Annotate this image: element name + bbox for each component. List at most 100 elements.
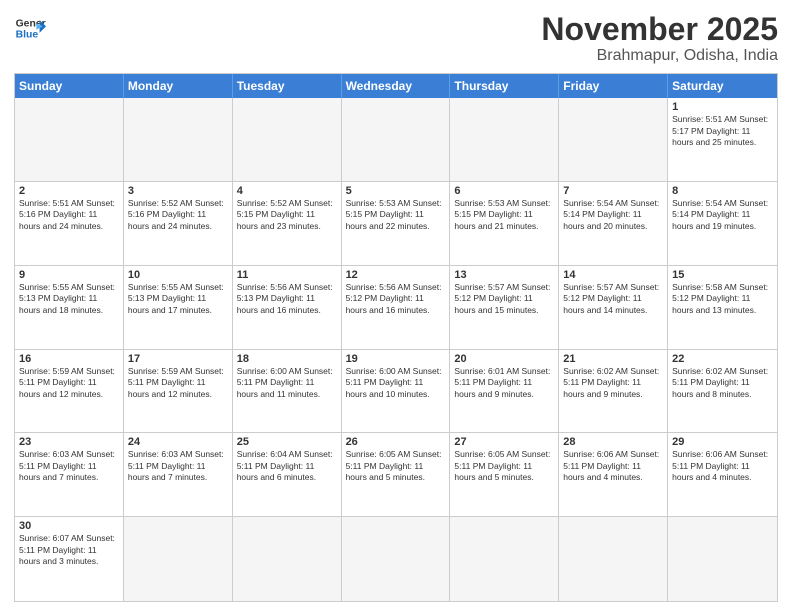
day-cell-2: 2Sunrise: 5:51 AM Sunset: 5:16 PM Daylig…	[15, 182, 124, 266]
day-cell-25: 25Sunrise: 6:04 AM Sunset: 5:11 PM Dayli…	[233, 433, 342, 517]
cell-date: 15	[672, 269, 773, 281]
cell-date: 9	[19, 269, 119, 281]
day-cell-26: 26Sunrise: 6:05 AM Sunset: 5:11 PM Dayli…	[342, 433, 451, 517]
cell-date: 27	[454, 436, 554, 448]
day-cell-19: 19Sunrise: 6:00 AM Sunset: 5:11 PM Dayli…	[342, 350, 451, 434]
location-title: Brahmapur, Odisha, India	[541, 47, 778, 65]
day-cell-24: 24Sunrise: 6:03 AM Sunset: 5:11 PM Dayli…	[124, 433, 233, 517]
day-cell-10: 10Sunrise: 5:55 AM Sunset: 5:13 PM Dayli…	[124, 266, 233, 350]
day-headers: SundayMondayTuesdayWednesdayThursdayFrid…	[15, 74, 777, 98]
cell-info: Sunrise: 5:55 AM Sunset: 5:13 PM Dayligh…	[128, 282, 228, 316]
logo-icon: General Blue	[14, 12, 46, 44]
day-cell-3: 3Sunrise: 5:52 AM Sunset: 5:16 PM Daylig…	[124, 182, 233, 266]
cell-date: 22	[672, 353, 773, 365]
empty-cell	[124, 98, 233, 182]
day-cell-5: 5Sunrise: 5:53 AM Sunset: 5:15 PM Daylig…	[342, 182, 451, 266]
cell-date: 24	[128, 436, 228, 448]
empty-cell	[124, 517, 233, 601]
cell-info: Sunrise: 6:03 AM Sunset: 5:11 PM Dayligh…	[19, 449, 119, 483]
day-header-wednesday: Wednesday	[342, 74, 451, 98]
cell-info: Sunrise: 6:00 AM Sunset: 5:11 PM Dayligh…	[237, 366, 337, 400]
cell-date: 1	[672, 101, 773, 113]
day-header-sunday: Sunday	[15, 74, 124, 98]
cell-info: Sunrise: 5:57 AM Sunset: 5:12 PM Dayligh…	[454, 282, 554, 316]
logo: General Blue	[14, 12, 46, 44]
cell-info: Sunrise: 6:05 AM Sunset: 5:11 PM Dayligh…	[454, 449, 554, 483]
day-cell-8: 8Sunrise: 5:54 AM Sunset: 5:14 PM Daylig…	[668, 182, 777, 266]
day-cell-16: 16Sunrise: 5:59 AM Sunset: 5:11 PM Dayli…	[15, 350, 124, 434]
cell-date: 14	[563, 269, 663, 281]
day-header-friday: Friday	[559, 74, 668, 98]
day-cell-18: 18Sunrise: 6:00 AM Sunset: 5:11 PM Dayli…	[233, 350, 342, 434]
cell-info: Sunrise: 6:04 AM Sunset: 5:11 PM Dayligh…	[237, 449, 337, 483]
empty-cell	[233, 98, 342, 182]
day-cell-1: 1Sunrise: 5:51 AM Sunset: 5:17 PM Daylig…	[668, 98, 777, 182]
cell-info: Sunrise: 5:59 AM Sunset: 5:11 PM Dayligh…	[128, 366, 228, 400]
empty-cell	[450, 517, 559, 601]
cell-date: 18	[237, 353, 337, 365]
cell-info: Sunrise: 5:59 AM Sunset: 5:11 PM Dayligh…	[19, 366, 119, 400]
cell-info: Sunrise: 5:54 AM Sunset: 5:14 PM Dayligh…	[563, 198, 663, 232]
cell-date: 20	[454, 353, 554, 365]
cell-info: Sunrise: 5:53 AM Sunset: 5:15 PM Dayligh…	[346, 198, 446, 232]
cell-date: 6	[454, 185, 554, 197]
cell-info: Sunrise: 5:54 AM Sunset: 5:14 PM Dayligh…	[672, 198, 773, 232]
day-header-thursday: Thursday	[450, 74, 559, 98]
day-cell-23: 23Sunrise: 6:03 AM Sunset: 5:11 PM Dayli…	[15, 433, 124, 517]
cell-date: 29	[672, 436, 773, 448]
cell-date: 8	[672, 185, 773, 197]
cell-date: 23	[19, 436, 119, 448]
cell-date: 4	[237, 185, 337, 197]
cell-info: Sunrise: 5:51 AM Sunset: 5:16 PM Dayligh…	[19, 198, 119, 232]
title-block: November 2025 Brahmapur, Odisha, India	[541, 12, 778, 65]
cell-date: 3	[128, 185, 228, 197]
cell-date: 13	[454, 269, 554, 281]
day-cell-14: 14Sunrise: 5:57 AM Sunset: 5:12 PM Dayli…	[559, 266, 668, 350]
cell-date: 28	[563, 436, 663, 448]
day-cell-27: 27Sunrise: 6:05 AM Sunset: 5:11 PM Dayli…	[450, 433, 559, 517]
empty-cell	[233, 517, 342, 601]
cell-date: 25	[237, 436, 337, 448]
day-cell-17: 17Sunrise: 5:59 AM Sunset: 5:11 PM Dayli…	[124, 350, 233, 434]
cell-info: Sunrise: 6:05 AM Sunset: 5:11 PM Dayligh…	[346, 449, 446, 483]
day-cell-7: 7Sunrise: 5:54 AM Sunset: 5:14 PM Daylig…	[559, 182, 668, 266]
day-cell-13: 13Sunrise: 5:57 AM Sunset: 5:12 PM Dayli…	[450, 266, 559, 350]
cell-date: 26	[346, 436, 446, 448]
cell-info: Sunrise: 5:56 AM Sunset: 5:13 PM Dayligh…	[237, 282, 337, 316]
day-cell-20: 20Sunrise: 6:01 AM Sunset: 5:11 PM Dayli…	[450, 350, 559, 434]
empty-cell	[559, 98, 668, 182]
empty-cell	[668, 517, 777, 601]
cell-date: 12	[346, 269, 446, 281]
day-cell-28: 28Sunrise: 6:06 AM Sunset: 5:11 PM Dayli…	[559, 433, 668, 517]
day-cell-21: 21Sunrise: 6:02 AM Sunset: 5:11 PM Dayli…	[559, 350, 668, 434]
cell-date: 30	[19, 520, 119, 532]
cell-info: Sunrise: 5:56 AM Sunset: 5:12 PM Dayligh…	[346, 282, 446, 316]
page: General Blue November 2025 Brahmapur, Od…	[0, 0, 792, 612]
day-header-monday: Monday	[124, 74, 233, 98]
cell-info: Sunrise: 5:55 AM Sunset: 5:13 PM Dayligh…	[19, 282, 119, 316]
cell-info: Sunrise: 5:58 AM Sunset: 5:12 PM Dayligh…	[672, 282, 773, 316]
cell-info: Sunrise: 5:52 AM Sunset: 5:15 PM Dayligh…	[237, 198, 337, 232]
day-cell-11: 11Sunrise: 5:56 AM Sunset: 5:13 PM Dayli…	[233, 266, 342, 350]
empty-cell	[450, 98, 559, 182]
cell-date: 2	[19, 185, 119, 197]
month-title: November 2025	[541, 12, 778, 47]
cell-date: 21	[563, 353, 663, 365]
empty-cell	[15, 98, 124, 182]
cell-date: 11	[237, 269, 337, 281]
cell-date: 5	[346, 185, 446, 197]
cell-date: 19	[346, 353, 446, 365]
cell-info: Sunrise: 5:57 AM Sunset: 5:12 PM Dayligh…	[563, 282, 663, 316]
header: General Blue November 2025 Brahmapur, Od…	[14, 12, 778, 65]
day-header-tuesday: Tuesday	[233, 74, 342, 98]
cell-info: Sunrise: 5:51 AM Sunset: 5:17 PM Dayligh…	[672, 114, 773, 148]
empty-cell	[342, 517, 451, 601]
day-cell-9: 9Sunrise: 5:55 AM Sunset: 5:13 PM Daylig…	[15, 266, 124, 350]
cell-info: Sunrise: 5:53 AM Sunset: 5:15 PM Dayligh…	[454, 198, 554, 232]
cell-date: 17	[128, 353, 228, 365]
svg-text:Blue: Blue	[16, 30, 39, 41]
cell-info: Sunrise: 6:06 AM Sunset: 5:11 PM Dayligh…	[563, 449, 663, 483]
day-cell-12: 12Sunrise: 5:56 AM Sunset: 5:12 PM Dayli…	[342, 266, 451, 350]
cell-info: Sunrise: 6:06 AM Sunset: 5:11 PM Dayligh…	[672, 449, 773, 483]
cell-info: Sunrise: 5:52 AM Sunset: 5:16 PM Dayligh…	[128, 198, 228, 232]
